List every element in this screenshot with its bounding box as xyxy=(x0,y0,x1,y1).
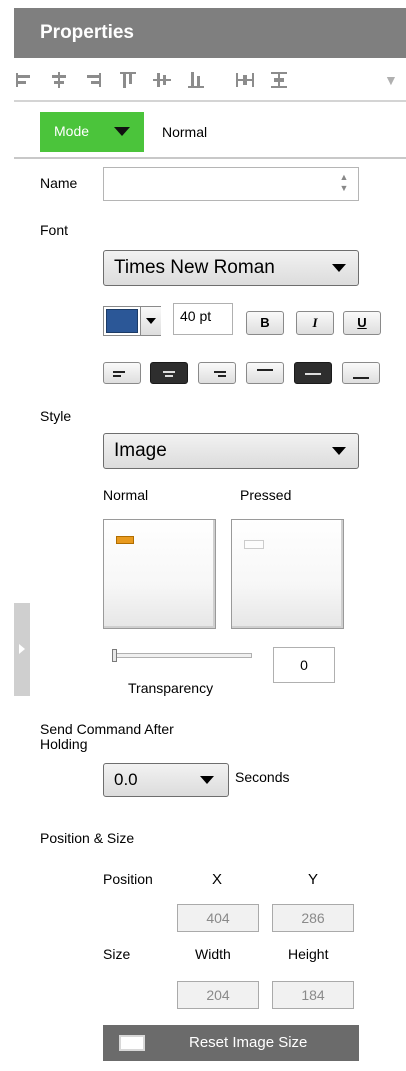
height-label: Height xyxy=(288,946,329,962)
underline-button[interactable]: U xyxy=(343,311,381,335)
name-label: Name xyxy=(40,175,78,191)
caret-down-icon xyxy=(200,776,214,784)
seconds-label: Seconds xyxy=(235,769,290,785)
align-text-center-icon xyxy=(163,371,175,377)
style-select[interactable]: Image xyxy=(103,433,359,469)
reset-image-size-label: Reset Image Size xyxy=(189,1034,308,1051)
align-center-horizontal-icon[interactable] xyxy=(48,70,70,90)
align-middle-vertical-icon[interactable] xyxy=(151,70,173,90)
y-label: Y xyxy=(308,871,319,888)
size-label: Size xyxy=(103,946,131,962)
align-text-center-button[interactable] xyxy=(150,362,188,384)
italic-button[interactable]: I xyxy=(296,311,334,335)
font-family-select[interactable]: Times New Roman xyxy=(103,250,359,286)
transparency-label: Transparency xyxy=(128,680,214,696)
width-label: Width xyxy=(195,946,231,962)
alignment-toolbar: ▼ xyxy=(14,62,406,96)
align-right-icon[interactable] xyxy=(82,70,104,90)
position-x-field: 404 xyxy=(177,904,259,932)
align-text-left-icon xyxy=(113,371,125,377)
font-size-input[interactable]: 40 pt xyxy=(173,303,233,335)
style-value: Image xyxy=(114,440,167,461)
transparency-slider[interactable] xyxy=(114,653,252,658)
align-text-bottom-button[interactable] xyxy=(342,362,380,384)
transparency-slider-thumb[interactable] xyxy=(112,649,117,662)
align-text-bottom-icon xyxy=(353,377,369,379)
chevron-right-icon xyxy=(19,644,25,654)
bold-label: B xyxy=(260,315,270,330)
align-text-right-icon xyxy=(214,371,226,377)
pressed-state-label: Pressed xyxy=(240,487,292,503)
hold-duration-value: 0.0 xyxy=(114,770,138,789)
underline-label: U xyxy=(357,315,367,330)
transparency-value-input[interactable]: 0 xyxy=(273,647,335,683)
align-left-icon[interactable] xyxy=(14,70,36,90)
caret-down-icon xyxy=(332,264,346,272)
panel-title: Properties xyxy=(40,22,134,43)
align-text-right-button[interactable] xyxy=(198,362,236,384)
color-dropdown-button[interactable] xyxy=(140,307,161,335)
font-label: Font xyxy=(40,222,69,238)
hold-duration-select[interactable]: 0.0 xyxy=(103,763,229,797)
image-placeholder-icon xyxy=(244,540,264,549)
caret-down-icon xyxy=(332,447,346,455)
pressed-state-image[interactable] xyxy=(231,519,344,629)
mode-button-label: Mode xyxy=(54,123,90,139)
style-label: Style xyxy=(40,408,72,424)
mode-button[interactable]: Mode xyxy=(40,112,144,152)
x-label: X xyxy=(212,871,223,888)
normal-state-image[interactable] xyxy=(103,519,216,629)
name-input[interactable]: ▲ ▼ xyxy=(103,167,359,201)
size-height-field: 184 xyxy=(272,981,354,1009)
properties-header: Properties xyxy=(14,8,406,58)
caret-down-icon xyxy=(114,127,130,136)
divider xyxy=(14,100,406,102)
size-width-field: 204 xyxy=(177,981,259,1009)
name-spinner-icon[interactable]: ▲ ▼ xyxy=(334,172,354,196)
align-text-middle-icon xyxy=(305,373,321,375)
normal-state-label: Normal xyxy=(103,487,149,503)
distribute-vertical-icon[interactable] xyxy=(268,70,290,90)
image-placeholder-icon xyxy=(116,536,134,544)
position-y-field: 286 xyxy=(272,904,354,932)
mode-current-value: Normal xyxy=(162,124,208,140)
align-text-middle-button[interactable] xyxy=(294,362,332,384)
align-bottom-icon[interactable] xyxy=(185,70,207,90)
italic-label: I xyxy=(312,315,318,330)
align-top-icon[interactable] xyxy=(117,70,139,90)
hold-label: Send Command After Holding xyxy=(40,721,174,752)
align-text-left-button[interactable] xyxy=(103,362,141,384)
divider xyxy=(14,157,406,159)
align-text-top-icon xyxy=(257,369,273,371)
font-family-value: Times New Roman xyxy=(114,257,275,278)
align-text-top-button[interactable] xyxy=(246,362,284,384)
caret-down-icon xyxy=(146,318,156,324)
position-size-label: Position & Size xyxy=(40,830,135,846)
bold-button[interactable]: B xyxy=(246,311,284,335)
font-color-swatch xyxy=(106,309,138,333)
reset-image-size-button[interactable]: Reset Image Size xyxy=(103,1025,359,1061)
distribute-horizontal-icon[interactable] xyxy=(234,70,256,90)
position-label: Position xyxy=(103,871,153,887)
side-collapse-tab[interactable] xyxy=(14,603,30,696)
image-frame-icon xyxy=(119,1035,145,1051)
font-color-picker[interactable] xyxy=(103,306,161,336)
chevron-down-icon[interactable]: ▼ xyxy=(384,72,398,88)
